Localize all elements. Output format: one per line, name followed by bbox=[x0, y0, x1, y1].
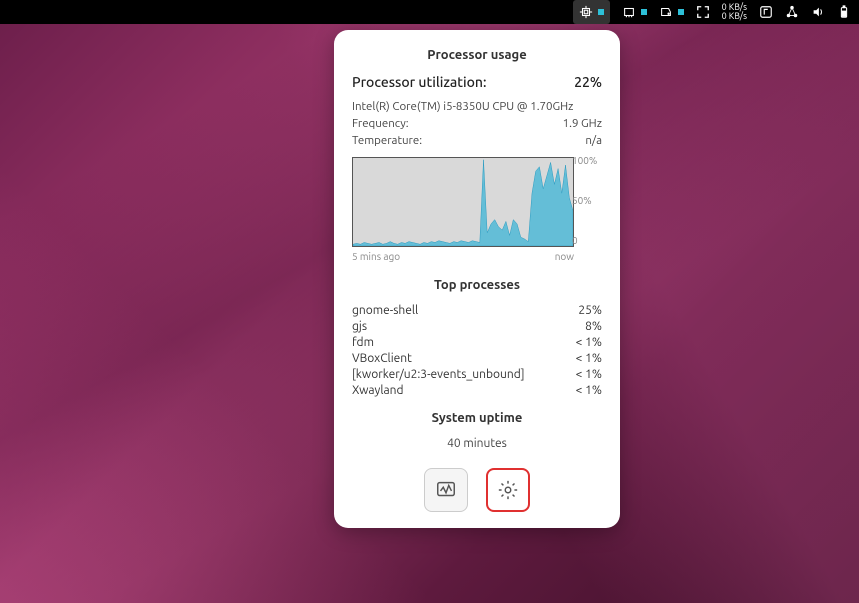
memory-icon bbox=[622, 5, 636, 19]
chart-x-end: now bbox=[555, 251, 574, 262]
process-pct: < 1% bbox=[576, 368, 602, 381]
process-name: [kworker/u2:3-events_unbound] bbox=[352, 368, 525, 381]
process-name: gnome-shell bbox=[352, 304, 418, 317]
process-name: fdm bbox=[352, 336, 374, 349]
fullscreen-icon bbox=[696, 5, 710, 19]
cpu-icon bbox=[579, 5, 593, 19]
process-name: gjs bbox=[352, 320, 367, 333]
chart-y-0: 0 bbox=[572, 235, 578, 246]
section-title-top-processes: Top processes bbox=[352, 278, 602, 292]
process-list: gnome-shell 25% gjs 8% fdm < 1% VBoxClient < 1%… bbox=[352, 304, 602, 397]
temperature-label: Temperature: bbox=[352, 134, 422, 147]
uptime-value: 40 minutes bbox=[352, 437, 602, 450]
settings-button[interactable] bbox=[486, 468, 530, 512]
processor-popup: Processor usage Processor utilization: 2… bbox=[334, 30, 620, 528]
chart-x-start: 5 mins ago bbox=[352, 251, 400, 262]
chart-y-100: 100% bbox=[572, 155, 597, 166]
cpu-usage-chart bbox=[352, 157, 574, 247]
network-icon bbox=[785, 5, 799, 19]
netspeed-up: 0 KB/s bbox=[722, 12, 747, 21]
tray-netspeed[interactable]: 0 KB/s 0 KB/s bbox=[722, 0, 747, 24]
cpu-model: Intel(R) Core(TM) i5-8350U CPU @ 1.70GHz bbox=[352, 100, 573, 113]
top-bar: 0 KB/s 0 KB/s bbox=[0, 0, 859, 24]
tray-memory-indicator[interactable] bbox=[622, 0, 647, 24]
disk-bar-indicator bbox=[678, 9, 684, 15]
process-row: [kworker/u2:3-events_unbound] < 1% bbox=[352, 368, 602, 381]
frequency-value: 1.9 GHz bbox=[563, 117, 602, 130]
battery-icon bbox=[837, 5, 851, 19]
disk-icon bbox=[659, 5, 673, 19]
process-row: gjs 8% bbox=[352, 320, 602, 333]
process-row: gnome-shell 25% bbox=[352, 304, 602, 317]
process-row: VBoxClient < 1% bbox=[352, 352, 602, 365]
section-title-processor: Processor usage bbox=[352, 48, 602, 62]
memory-bar-indicator bbox=[641, 9, 647, 15]
app-square-icon bbox=[759, 5, 773, 19]
process-row: fdm < 1% bbox=[352, 336, 602, 349]
process-name: Xwayland bbox=[352, 384, 404, 397]
process-pct: < 1% bbox=[576, 384, 602, 397]
process-row: Xwayland < 1% bbox=[352, 384, 602, 397]
tray-cpu-indicator[interactable] bbox=[573, 0, 610, 24]
volume-icon bbox=[811, 5, 825, 19]
utilization-label: Processor utilization: bbox=[352, 74, 486, 90]
section-title-uptime: System uptime bbox=[352, 411, 602, 425]
tray-app-indicator[interactable] bbox=[759, 0, 773, 24]
utilization-value: 22% bbox=[574, 74, 602, 90]
tray-network[interactable] bbox=[785, 0, 799, 24]
process-pct: 25% bbox=[578, 304, 602, 317]
tray-battery[interactable] bbox=[837, 0, 851, 24]
tray-fullscreen-indicator[interactable] bbox=[696, 0, 710, 24]
process-pct: 8% bbox=[585, 320, 602, 333]
temperature-value: n/a bbox=[585, 134, 602, 147]
cpu-bar-indicator bbox=[598, 9, 604, 15]
frequency-label: Frequency: bbox=[352, 117, 409, 130]
process-name: VBoxClient bbox=[352, 352, 412, 365]
system-monitor-button[interactable] bbox=[424, 468, 468, 512]
process-pct: < 1% bbox=[576, 336, 602, 349]
process-pct: < 1% bbox=[576, 352, 602, 365]
cpu-chart-container: 100% 50% 0 5 mins ago now bbox=[352, 157, 602, 262]
chart-y-50: 50% bbox=[572, 195, 592, 206]
tray-volume[interactable] bbox=[811, 0, 825, 24]
tray-disk-indicator[interactable] bbox=[659, 0, 684, 24]
